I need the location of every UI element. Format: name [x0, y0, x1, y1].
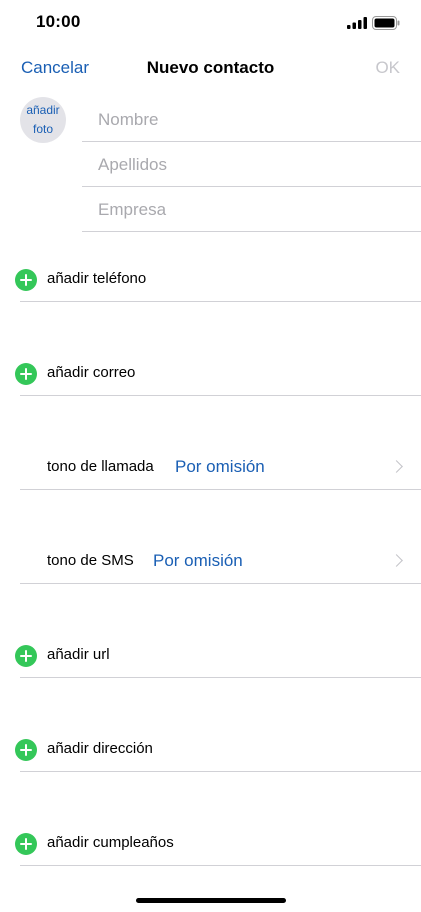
status-bar: 10:00: [0, 0, 421, 44]
add-icon: [15, 363, 37, 385]
chevron-right-icon: [390, 554, 403, 567]
add-email-row[interactable]: añadir correo: [15, 352, 421, 396]
add-address-label: añadir dirección: [47, 740, 153, 757]
chevron-right-icon: [390, 460, 403, 473]
ringtone-row[interactable]: tono de llamada Por omisión: [20, 446, 421, 490]
status-time: 10:00: [36, 12, 81, 31]
ringtone-value: Por omisión: [175, 457, 265, 476]
add-birthday-row[interactable]: añadir cumpleaños: [15, 822, 421, 866]
home-indicator[interactable]: [136, 898, 286, 903]
add-photo-label-line1: añadir: [26, 103, 60, 117]
add-birthday-label: añadir cumpleaños: [47, 834, 174, 851]
add-phone-row[interactable]: añadir teléfono: [15, 258, 421, 302]
last-name-row: [82, 143, 421, 187]
navigation-bar: Cancelar Nuevo contacto OK: [0, 50, 421, 86]
add-address-row[interactable]: añadir dirección: [15, 728, 421, 772]
add-photo-button[interactable]: añadir foto: [20, 97, 66, 143]
signal-icon: [347, 17, 367, 29]
ok-button[interactable]: OK: [375, 58, 400, 78]
company-row: [82, 188, 421, 232]
sms-tone-label: tono de SMS: [47, 552, 134, 569]
company-input[interactable]: [82, 188, 398, 232]
ringtone-label: tono de llamada: [47, 458, 154, 475]
page-title: Nuevo contacto: [146, 58, 275, 77]
battery-icon: [372, 16, 400, 30]
sms-tone-row[interactable]: tono de SMS Por omisión: [20, 540, 421, 584]
add-photo-label-line2: foto: [32, 122, 53, 136]
first-name-row: [82, 98, 421, 142]
add-phone-label: añadir teléfono: [47, 270, 147, 287]
add-icon: [15, 645, 37, 667]
add-url-row[interactable]: añadir url: [15, 634, 421, 678]
last-name-input[interactable]: [82, 143, 398, 187]
add-icon: [15, 269, 37, 291]
add-icon: [15, 739, 37, 761]
add-url-label: añadir url: [47, 646, 110, 663]
add-icon: [15, 833, 37, 855]
add-email-label: añadir correo: [47, 364, 136, 381]
sms-tone-value: Por omisión: [153, 551, 243, 570]
first-name-input[interactable]: [82, 98, 398, 142]
